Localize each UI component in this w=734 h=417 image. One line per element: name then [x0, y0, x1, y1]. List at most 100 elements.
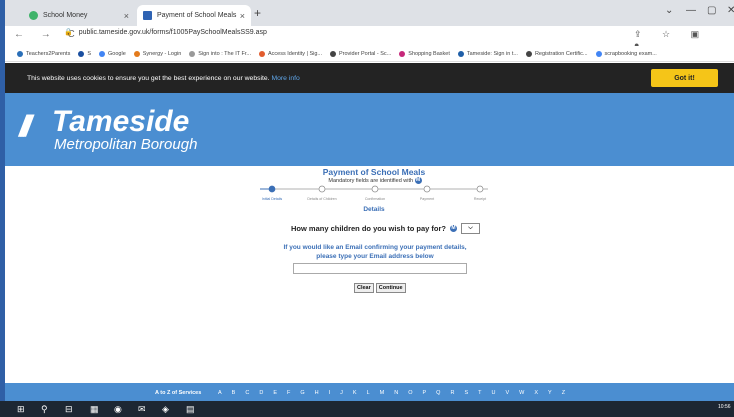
bookmark-item[interactable]: Teachers2Parents	[17, 50, 70, 57]
clear-button[interactable]: Clear	[354, 283, 374, 293]
browser-tab-strip: School Money × Payment of School Meals ×…	[5, 0, 734, 26]
mail-icon[interactable]: ✉	[138, 404, 146, 415]
atoz-letter-link[interactable]: H	[315, 390, 319, 396]
mandatory-note-text: Mandatory fields are identified with	[328, 177, 414, 184]
atoz-letter-link[interactable]: B	[232, 390, 236, 396]
close-window-icon[interactable]: ✕	[727, 5, 734, 16]
bookmark-item[interactable]: Tameside: Sign in t...	[457, 50, 518, 57]
bookmark-item[interactable]: scrapbooking exam...	[595, 50, 657, 57]
lock-icon: 🔒	[64, 29, 73, 36]
url-text: public.tameside.gov.uk/forms/f1005PaySch…	[78, 28, 267, 36]
bookmark-favicon-icon	[399, 50, 406, 57]
atoz-letter-link[interactable]: T	[478, 390, 481, 396]
atoz-letter-link[interactable]: W	[519, 390, 524, 396]
step-label: Confirmation	[365, 197, 385, 201]
bookmark-favicon-icon	[133, 50, 140, 57]
atoz-letter-link[interactable]: F	[287, 390, 290, 396]
chevron-down-icon: ⌵	[468, 225, 473, 231]
step-dot	[476, 185, 484, 193]
tab-search-icon[interactable]: ⌄	[665, 5, 673, 16]
bookmark-favicon-icon	[525, 50, 532, 57]
app-icon[interactable]: ▤	[186, 404, 195, 415]
bookmark-item[interactable]: Access Identity | Sig...	[258, 50, 322, 57]
edge-browser-icon[interactable]: ◉	[114, 404, 122, 415]
children-question-row: How many children do you wish to pay for…	[291, 223, 481, 234]
atoz-letter-link[interactable]: R	[450, 390, 454, 396]
atoz-label: A to Z of Services	[155, 390, 202, 396]
atoz-letter-link[interactable]: P	[423, 390, 427, 396]
email-intro-line-2: please type your Email address below	[316, 253, 434, 260]
mandatory-badge-icon: M	[450, 225, 458, 232]
atoz-letter-link[interactable]: V	[505, 390, 509, 396]
atoz-letter-link[interactable]: S	[464, 390, 468, 396]
logo-subtitle: Metropolitan Borough	[54, 136, 198, 153]
minimize-icon[interactable]: —	[686, 5, 696, 16]
tab-close-icon[interactable]: ×	[124, 11, 129, 21]
tab-close-icon[interactable]: ×	[240, 11, 245, 21]
tab-payment-of-school-meals[interactable]: Payment of School Meals ×	[137, 5, 251, 26]
bookmark-label: Synergy - Login	[142, 50, 182, 57]
bookmark-label: Google	[108, 50, 126, 57]
bookmark-favicon-icon	[17, 50, 23, 57]
bookmark-favicon-icon	[189, 50, 196, 57]
email-field[interactable]	[293, 263, 467, 274]
address-bar[interactable]: 🔒 public.tameside.gov.uk/forms/f1005PayS…	[64, 28, 267, 37]
bookmark-label: Access Identity | Sig...	[267, 50, 322, 57]
atoz-letter-link[interactable]: D	[259, 390, 263, 396]
tab-label: School Money	[43, 12, 88, 19]
bookmark-item[interactable]: S	[78, 50, 91, 57]
bookmark-item[interactable]: Provider Portal - Sc...	[330, 50, 391, 57]
page-title: Payment of School Meals	[322, 167, 426, 177]
children-question: How many children do you wish to pay for…	[291, 224, 447, 233]
got-it-button[interactable]: Got it!	[651, 69, 718, 87]
atoz-letter-link[interactable]: Z	[562, 390, 565, 396]
cookie-message: This website uses cookies to ensure you …	[27, 75, 300, 82]
atoz-letter-link[interactable]: Y	[548, 390, 552, 396]
bookmark-label: Shopping Basket	[408, 50, 450, 57]
atoz-letter-link[interactable]: A	[218, 390, 222, 396]
bookmark-item[interactable]: Shopping Basket	[399, 50, 450, 57]
atoz-letter-link[interactable]: O	[408, 390, 412, 396]
atoz-letters: A B C D E F G H I J K L M N O P Q R S T U V W X Y Z	[218, 390, 565, 396]
step-label: Receipt	[474, 197, 486, 201]
step-dot	[318, 185, 326, 193]
atoz-letter-link[interactable]: L	[367, 390, 370, 396]
start-icon[interactable]: ⊞	[17, 404, 25, 415]
atoz-letter-link[interactable]: U	[491, 390, 495, 396]
atoz-letter-link[interactable]: C	[245, 390, 249, 396]
maximize-icon[interactable]: ▢	[707, 5, 716, 16]
step-dot	[371, 185, 379, 193]
logo-name[interactable]: Tameside	[52, 105, 189, 139]
bookmark-item[interactable]: Google	[99, 50, 126, 57]
more-info-link[interactable]: More info	[271, 75, 299, 82]
step-label: Initial Details	[262, 197, 283, 201]
bookmark-favicon-icon	[330, 50, 336, 57]
atoz-letter-link[interactable]: X	[534, 390, 538, 396]
section-title: Details	[363, 206, 385, 213]
bookmark-favicon-icon	[457, 50, 464, 57]
atoz-letter-link[interactable]: K	[353, 390, 357, 396]
progress-stepper: Initial Details Details of Children Confir…	[260, 185, 488, 201]
bookmark-label: Registration Certific...	[534, 50, 588, 57]
tab-school-money[interactable]: School Money ×	[23, 5, 135, 26]
form-buttons: Clear Continue	[354, 283, 406, 293]
atoz-letter-link[interactable]: Q	[436, 390, 440, 396]
file-explorer-icon[interactable]: ▦	[90, 404, 99, 415]
atoz-letter-link[interactable]: I	[329, 390, 331, 396]
atoz-letter-link[interactable]: E	[273, 390, 277, 396]
search-icon[interactable]: ⚲	[41, 404, 48, 415]
bookmark-item[interactable]: Sign into : The IT Fr...	[189, 50, 251, 57]
step-label: Details of Children	[307, 197, 336, 201]
step-label: Payment	[420, 197, 434, 201]
atoz-letter-link[interactable]: M	[380, 390, 385, 396]
new-tab-icon[interactable]: +	[254, 6, 261, 20]
continue-button[interactable]: Continue	[375, 283, 406, 293]
atoz-letter-link[interactable]: N	[394, 390, 398, 396]
chrome-icon[interactable]: ◈	[162, 404, 169, 415]
children-count-select[interactable]: ⌵	[461, 223, 481, 234]
bookmark-item[interactable]: Registration Certific...	[525, 50, 588, 57]
bookmark-item[interactable]: Synergy - Login	[133, 50, 182, 57]
task-view-icon[interactable]: ⊟	[65, 404, 73, 415]
atoz-letter-link[interactable]: G	[300, 390, 304, 396]
atoz-letter-link[interactable]: J	[340, 390, 343, 396]
